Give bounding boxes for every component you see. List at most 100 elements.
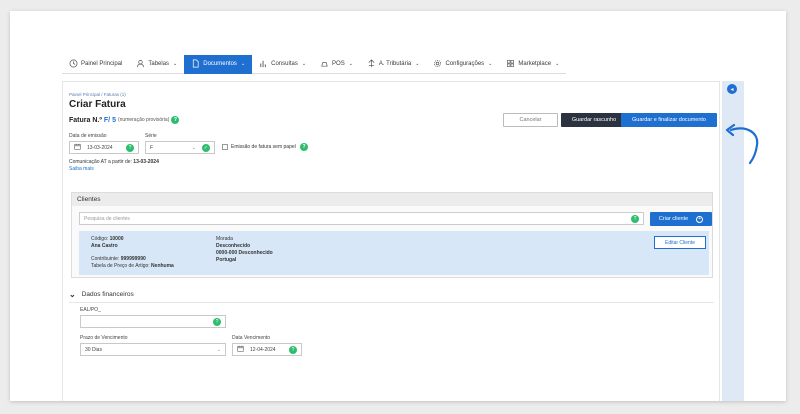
clients-section: Clientes Pesquisa de clientes ? Criar cl…: [71, 192, 713, 278]
main-nav: Painel Principal Tabelas ⌄ Documentos ⌄ …: [62, 55, 567, 74]
nav-label: Painel Principal: [81, 61, 123, 67]
nav-item-tributaria[interactable]: A. Tributária ⌄: [359, 55, 427, 74]
chevron-down-icon: ⌄: [240, 61, 246, 67]
cancel-button[interactable]: Cancelar: [503, 113, 558, 127]
series-label: Série: [145, 133, 157, 139]
help-icon[interactable]: ?: [631, 214, 639, 223]
due-date-value: 12-04-2024: [250, 346, 276, 353]
nav-item-tabelas[interactable]: Tabelas ⌄: [129, 55, 185, 74]
grid-icon: [506, 59, 515, 70]
nav-item-pos[interactable]: POS ⌄: [313, 55, 360, 74]
paperless-label: Emissão de fatura sem papel: [231, 144, 296, 150]
client-address-line1: Desconhecido: [216, 243, 251, 249]
client-code: Código: 10000: [91, 236, 124, 242]
breadcrumb[interactable]: Painel Principal / Faturas (1): [69, 92, 126, 97]
invoice-number: Fatura N.º F/ 5 (numeração provisória) ?: [69, 116, 180, 124]
reference-input[interactable]: ?: [80, 315, 226, 328]
issue-date-label: Data de emissão: [69, 133, 107, 139]
series-value: F: [150, 144, 154, 151]
edit-client-button[interactable]: Editar Cliente: [654, 236, 706, 249]
due-term-label: Prazo de Vencimento: [80, 335, 128, 341]
financial-section-toggle[interactable]: ⌄ Dados financeiros: [69, 290, 134, 299]
client-name: Ana Castro: [91, 243, 118, 249]
due-date-field[interactable]: 12-04-2024 ?: [232, 343, 302, 356]
save-draft-button[interactable]: Guardar rascunho: [561, 113, 627, 127]
reference-label: EAL/PO_: [80, 307, 101, 313]
client-search-placeholder: Pesquisa de clientes: [84, 215, 130, 222]
invoice-number-label: Fatura N.º: [69, 116, 102, 124]
chevron-down-icon: ⌄: [348, 61, 353, 67]
due-term-select[interactable]: 30 Dias ⌄: [80, 343, 226, 356]
users-icon: [136, 59, 145, 70]
page-title: Criar Fatura: [69, 99, 126, 110]
gear-icon: [433, 59, 442, 70]
client-search-input[interactable]: Pesquisa de clientes ?: [79, 212, 644, 225]
invoice-number-note: (numeração provisória): [117, 117, 170, 123]
client-address-line2: 0000-000 Desconhecido: [216, 250, 273, 256]
paperless-checkbox[interactable]: [222, 144, 228, 150]
document-icon: [191, 59, 200, 70]
client-taxpayer-value: 999999990: [120, 256, 146, 262]
plus-circle-icon: +: [696, 215, 704, 223]
at-communication-date: 13-03-2024: [133, 159, 159, 165]
tax-icon: [367, 58, 376, 70]
invoice-form-panel: Painel Principal / Faturas (1) Criar Fat…: [62, 81, 720, 401]
nav-label: Configurações: [445, 61, 485, 67]
nav-label: Marketplace: [518, 61, 552, 67]
client-address-line3: Portugal: [216, 257, 237, 263]
divider: [69, 302, 714, 303]
issue-date-value: 13-03-2024: [87, 144, 113, 151]
client-price-table-label: Tabela de Preço de Artigo:: [91, 263, 150, 269]
nav-label: Tabelas: [148, 61, 170, 67]
at-communication-text: Comunicação AT a partir de: 13-03-2024: [69, 159, 159, 165]
chevron-down-icon: ⌄: [555, 61, 560, 67]
create-client-button[interactable]: Criar cliente +: [650, 212, 712, 226]
help-icon[interactable]: ?: [213, 317, 221, 326]
chevron-down-icon: ⌄: [69, 290, 76, 299]
nav-label: POS: [332, 61, 345, 67]
help-icon[interactable]: ?: [300, 143, 308, 151]
invoice-series: F/ 5: [103, 116, 116, 124]
client-address-label: Morada: [216, 236, 233, 242]
calendar-icon: [74, 143, 81, 152]
client-code-label: Código:: [91, 236, 109, 242]
selected-client-card: Código: 10000 Ana Castro Contribuinte: 9…: [79, 231, 709, 275]
due-term-value: 30 Dias: [85, 346, 102, 353]
nav-label: Consultas: [271, 61, 298, 67]
nav-item-painel-principal[interactable]: Painel Principal: [62, 55, 130, 74]
clients-header: Clientes: [72, 193, 712, 206]
save-finalize-button[interactable]: Guardar e finalizar documento: [621, 113, 717, 127]
chevron-down-icon: ⌄: [488, 61, 493, 67]
nav-item-marketplace[interactable]: Marketplace ⌄: [499, 55, 567, 74]
chevron-down-icon: ⌄: [173, 61, 178, 67]
issue-date-field[interactable]: 13-03-2024 ?: [69, 141, 139, 154]
nav-item-configuracoes[interactable]: Configurações ⌄: [426, 55, 500, 74]
calendar-icon: [237, 345, 244, 354]
client-taxpayer: Contribuinte: 999999990: [91, 256, 146, 262]
chevron-down-icon: ⌄: [216, 346, 221, 353]
clock-icon: [69, 59, 78, 70]
learn-more-link[interactable]: Saiba mais: [69, 166, 94, 172]
screenshot-card: Painel Principal Tabelas ⌄ Documentos ⌄ …: [10, 11, 786, 401]
check-icon: ✓: [202, 143, 210, 152]
chevron-down-icon: ⌄: [301, 61, 307, 67]
chevron-left-icon[interactable]: ◂: [727, 84, 737, 94]
help-icon[interactable]: ?: [171, 116, 180, 124]
nav-item-documentos[interactable]: Documentos ⌄: [184, 55, 253, 74]
client-taxpayer-label: Contribuinte:: [91, 256, 120, 262]
chevron-down-icon: ⌄: [191, 144, 196, 151]
bar-chart-icon: [259, 59, 268, 70]
client-price-table: Tabela de Preço de Artigo: Nenhuma: [91, 263, 174, 269]
chevron-down-icon: ⌄: [415, 61, 420, 67]
help-icon[interactable]: ?: [126, 143, 134, 152]
nav-label: A. Tributária: [378, 61, 412, 67]
pos-icon: [320, 59, 329, 70]
series-select[interactable]: F ⌄ ✓: [145, 141, 215, 154]
at-communication-prefix: Comunicação AT a partir de:: [69, 159, 132, 165]
due-date-label: Data Vencimento: [232, 335, 271, 341]
client-code-value: 10000: [109, 236, 124, 242]
nav-label: Documentos: [203, 61, 237, 67]
financial-header: Dados financeiros: [81, 291, 134, 298]
help-icon[interactable]: ?: [289, 345, 297, 354]
nav-item-consultas[interactable]: Consultas ⌄: [252, 55, 314, 74]
